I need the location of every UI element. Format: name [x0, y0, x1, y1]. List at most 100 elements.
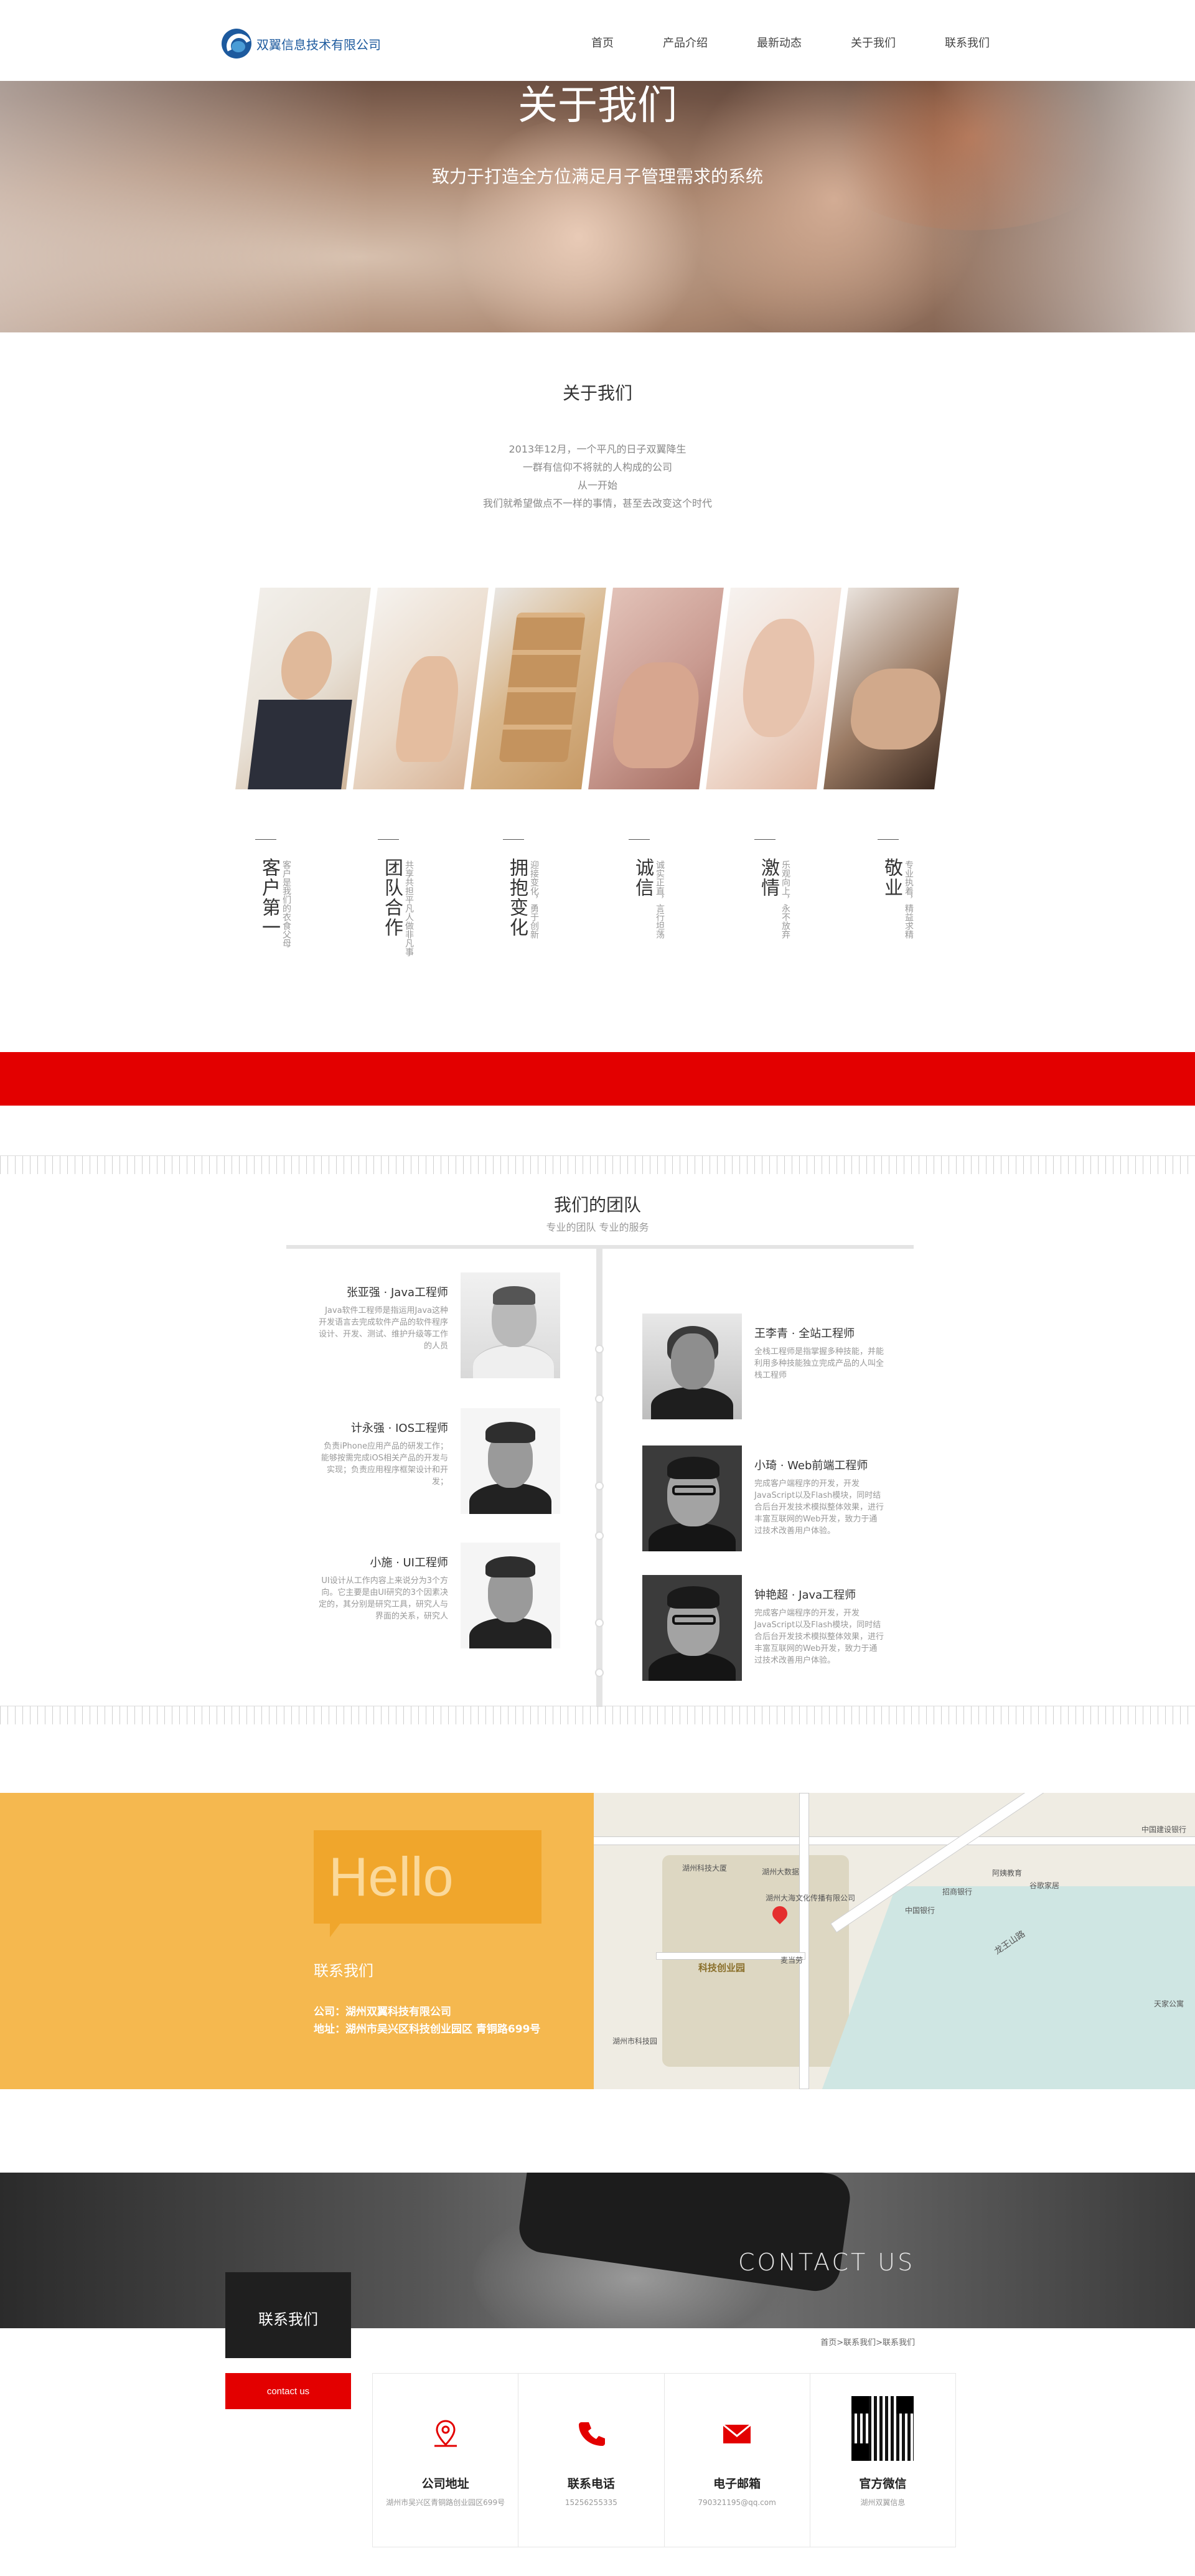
timeline-dot	[595, 1668, 604, 1677]
team-member: 钟艳超 · Java工程师 完成客户端程序的开发，开发JavaScript以及F…	[642, 1575, 916, 1681]
contact-card-wechat: 官方微信 湖州双翼信息	[810, 2374, 955, 2547]
map-label: 中国建设银行	[1141, 1825, 1187, 1834]
hello-text: Hello	[329, 1846, 454, 1907]
member-photo	[642, 1314, 742, 1419]
map-label: 招商银行	[942, 1887, 973, 1896]
map-label: 湖州市科技园	[612, 2037, 658, 2046]
contact-card-phone: 联系电话 15256255335	[518, 2374, 665, 2547]
value-desc: 诚实正直，言行坦荡	[655, 860, 665, 939]
member-name: 小琦 · Web前端工程师	[754, 1459, 868, 1472]
nav-about[interactable]: 关于我们	[851, 34, 896, 54]
timeline-dot	[595, 1345, 604, 1353]
map-label: 谷歌家居	[1029, 1881, 1060, 1890]
member-desc: 完成客户端程序的开发，开发JavaScript以及Flash模块，同时结合后台开…	[754, 1479, 884, 1536]
photo-thumbs-up	[235, 588, 371, 789]
logo[interactable]: 双翼信息技术有限公司	[222, 29, 383, 59]
card-desc: 湖州市吴兴区青铜路创业园区699号	[386, 2498, 505, 2507]
company-name: 双翼信息技术有限公司	[256, 37, 381, 52]
value-item: 团队合作 共享共担平凡人做非凡事	[378, 839, 446, 976]
member-photo	[461, 1408, 560, 1514]
timeline-dot	[595, 1531, 604, 1540]
contact-card-address: 公司地址 湖州市吴兴区青铜路创业园区699号	[373, 2374, 519, 2547]
about-title: 关于我们	[562, 383, 632, 403]
card-desc: 790321195@qq.com	[698, 2498, 776, 2507]
contact-heading: 联系我们	[314, 1962, 373, 1980]
contact-us-banner	[0, 2173, 1195, 2328]
photo-strip	[225, 588, 972, 789]
ruler-divider	[0, 1706, 1195, 1724]
about-line: 从一开始	[577, 479, 617, 491]
member-photo	[642, 1575, 742, 1681]
photo-hands-string	[353, 588, 489, 789]
map-label: 湖州大海文化传播有限公司	[766, 1894, 856, 1902]
about-line: 2013年12月，一个平凡的日子双翼降生	[508, 443, 687, 455]
contact-info: 公司：湖州双翼科技有限公司 地址：湖州市吴兴区科技创业园区 青铜路699号	[314, 2003, 540, 2038]
map-label: 湖州大数据	[762, 1868, 800, 1876]
map-pin-icon	[434, 2420, 457, 2447]
map-label: 麦当劳	[780, 1956, 804, 1965]
photo-many-thumbs	[588, 588, 724, 789]
member-name: 张亚强 · Java工程师	[346, 1286, 448, 1299]
team-member: 王李青 · 全站工程师 全栈工程师是指掌握多种技能，并能利用多种技能独立完成产品…	[642, 1314, 916, 1419]
value-item: 诚信 诚实正直，言行坦荡	[629, 839, 697, 976]
team-member: 张亚强 · Java工程师 Java软件工程师是指运用Java这种开发语言去完成…	[286, 1272, 560, 1378]
contact-address: 地址：湖州市吴兴区科技创业园区 青铜路699号	[314, 2023, 541, 2036]
banner-subtitle: 致力于打造全方位满足月子管理需求的系统	[431, 166, 763, 187]
header: 双翼信息技术有限公司 首页 产品介绍 最新动态 关于我们 联系我们	[0, 0, 1195, 81]
card-title: 公司地址	[421, 2477, 469, 2491]
card-desc: 湖州双翼信息	[860, 2498, 906, 2507]
member-name: 钟艳超 · Java工程师	[754, 1589, 856, 1602]
member-desc: 全栈工程师是指掌握多种技能，并能利用多种技能独立完成产品的人叫全栈工程师	[754, 1347, 884, 1380]
member-desc: 负责iPhone应用产品的研发工作；能够按需完成iOS相关产品的开发与实现；负责…	[321, 1442, 448, 1487]
team-member: 小施 · UI工程师 UI设计从工作内容上来说分为3个方向。它主要是由UI研究的…	[286, 1543, 560, 1648]
nav-contact[interactable]: 联系我们	[945, 34, 990, 54]
map-label: 湖州科技大厦	[682, 1864, 728, 1873]
nav-home[interactable]: 首页	[591, 34, 614, 54]
contact-card-email: 电子邮箱 790321195@qq.com	[665, 2374, 810, 2547]
team-member: 计永强 · IOS工程师 负责iPhone应用产品的研发工作；能够按需完成iOS…	[286, 1408, 560, 1514]
photo-typing-hands	[823, 588, 959, 789]
banner-title: 关于我们	[518, 83, 677, 129]
team-subtitle: 专业的团队 专业的服务	[546, 1221, 649, 1233]
member-desc: 完成客户端程序的开发，开发JavaScript以及Flash模块，同时结合后台开…	[754, 1609, 884, 1665]
map-label: 中国银行	[905, 1906, 935, 1915]
map-label: 阿姨教育	[992, 1869, 1023, 1878]
logo-icon	[222, 29, 251, 59]
location-map[interactable]: 湖州科技大厦 湖州大数据 湖州大海文化传播有限公司 科技创业园 中国银行 招商银…	[594, 1793, 1195, 2089]
team-title: 我们的团队	[553, 1195, 641, 1215]
main-nav: 首页 产品介绍 最新动态 关于我们 联系我们	[591, 34, 990, 54]
member-name: 王李青 · 全站工程师	[754, 1327, 855, 1340]
contact-us-button[interactable]: contact us	[225, 2373, 351, 2409]
red-divider	[0, 1052, 1195, 1106]
card-title: 官方微信	[859, 2477, 907, 2491]
photo-raised-fists	[706, 588, 841, 789]
breadcrumb[interactable]: 首页>联系我们>联系我们	[734, 2336, 915, 2348]
contact-cards: 公司地址 湖州市吴兴区青铜路创业园区699号 联系电话 15256255335 …	[372, 2373, 956, 2547]
value-desc: 迎接变化，勇于创新	[529, 860, 539, 939]
qr-code-icon	[851, 2396, 914, 2461]
about-text: 2013年12月，一个平凡的日子双翼降生 一群有信仰不将就的人构成的公司 从一开…	[0, 440, 1195, 512]
member-desc: Java软件工程师是指运用Java这种开发语言去完成软件产品的软件程序设计、开发…	[318, 1306, 448, 1351]
mail-icon	[723, 2423, 752, 2443]
timeline-dot	[595, 1394, 604, 1403]
timeline-dot	[595, 1482, 604, 1490]
member-desc: UI设计从工作内容上来说分为3个方向。它主要是由UI研究的3个因素决定的，其分别…	[318, 1576, 448, 1621]
map-label: 天家公寓	[1154, 2000, 1184, 2008]
member-name: 计永强 · IOS工程师	[350, 1422, 448, 1435]
about-line: 一群有信仰不将就的人构成的公司	[522, 461, 672, 473]
value-title: 诚信	[632, 858, 654, 898]
card-title: 联系电话	[567, 2477, 615, 2491]
nav-news[interactable]: 最新动态	[757, 34, 802, 54]
timeline	[596, 1245, 602, 1707]
value-item: 客户第一 客户是我们的衣食父母	[255, 839, 324, 976]
value-title: 敬业	[881, 858, 902, 898]
value-item: 敬业 专业执着，精益求精	[878, 839, 946, 976]
value-item: 拥抱变化 迎接变化，勇于创新	[503, 839, 571, 976]
value-title: 客户第一	[258, 858, 280, 938]
contact-company: 公司：湖州双翼科技有限公司	[314, 2006, 451, 2018]
card-title: 电子邮箱	[713, 2477, 761, 2491]
about-line: 我们就希望做点不一样的事情，甚至去改变这个时代	[482, 497, 712, 509]
ruler-divider	[0, 1155, 1195, 1174]
value-desc: 客户是我们的衣食父母	[281, 860, 291, 947]
nav-products[interactable]: 产品介绍	[663, 34, 708, 54]
